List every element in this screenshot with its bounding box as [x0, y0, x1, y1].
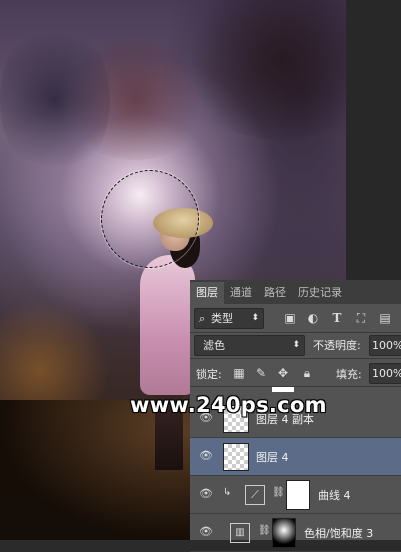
smart-object-filter-icon[interactable]: ▤ [378, 311, 392, 325]
tab-channels[interactable]: 通道 [224, 282, 258, 304]
elliptical-selection-marquee[interactable] [101, 170, 199, 268]
panel-tabs: 图层 通道 路径 历史记录 [190, 280, 401, 304]
layer-name: 图层 4 [256, 451, 289, 464]
opacity-label: 不透明度: [313, 339, 361, 352]
layer-row[interactable]: 👁︎ ▥ ⛓︎ 色相/饱和度 3 [190, 514, 401, 552]
divider [190, 332, 401, 333]
layer-mask-thumbnail[interactable] [286, 480, 310, 510]
tab-paths[interactable]: 路径 [258, 282, 292, 304]
lock-image-pixels-icon[interactable]: ✎ [254, 366, 268, 380]
adjustment-filter-icon[interactable]: ◐ [306, 311, 320, 325]
lock-transparent-pixels-icon[interactable]: ▦ [232, 366, 246, 380]
tab-layers[interactable]: 图层 [190, 282, 224, 304]
watermark-text: www.240ps.com [130, 393, 327, 417]
link-chain-icon: ⛓︎ [272, 487, 285, 498]
visibility-eye-icon[interactable]: 👁︎ [199, 525, 213, 539]
search-icon: ⌕ [199, 312, 206, 325]
layer-name: 色相/饱和度 3 [304, 527, 374, 540]
tab-history[interactable]: 历史记录 [292, 282, 348, 304]
scrolled-layer-sliver [272, 387, 294, 392]
opacity-value: 100% [372, 339, 401, 352]
link-chain-icon: ⛓︎ [258, 525, 271, 536]
layer-mask-thumbnail[interactable] [272, 518, 296, 548]
pixel-filter-icon[interactable]: ▣ [283, 311, 297, 325]
blend-mode-select[interactable]: 滤色 ⬍ [194, 335, 305, 356]
opacity-input[interactable]: 100% [369, 335, 401, 356]
tree-foliage [0, 20, 110, 180]
lock-all-icon[interactable]: 🔒︎ [300, 366, 314, 380]
fill-value: 100% [372, 367, 401, 380]
visibility-eye-icon[interactable]: 👁︎ [199, 449, 213, 463]
divider [190, 358, 401, 359]
clipping-arrow-icon: ↳ [223, 487, 232, 498]
workspace-background [346, 0, 401, 280]
layer-row[interactable]: 👁︎ ↳ ⟋ ⛓︎ 曲线 4 [190, 476, 401, 514]
divider [190, 386, 401, 387]
blend-mode-value: 滤色 [203, 339, 225, 352]
hue-saturation-adjustment-icon: ▥ [230, 523, 250, 543]
lock-position-icon[interactable]: ✥ [276, 366, 290, 380]
layer-name: 曲线 4 [318, 489, 351, 502]
curves-adjustment-icon: ⟋ [245, 485, 265, 505]
visibility-eye-icon[interactable]: 👁︎ [199, 487, 213, 501]
lock-label: 锁定: [196, 368, 222, 381]
filter-kind-label: 类型 [211, 312, 233, 325]
shape-filter-icon[interactable]: ⛶ [354, 311, 368, 325]
fill-input[interactable]: 100% [369, 363, 401, 384]
fill-label: 填充: [336, 368, 362, 381]
layer-thumbnail [223, 443, 249, 471]
chevron-updown-icon: ⬍ [251, 313, 259, 323]
layer-row[interactable]: 👁︎ 图层 4 [190, 438, 401, 476]
person-dress [140, 255, 195, 395]
layer-filter-select[interactable]: ⌕ 类型 ⬍ [194, 308, 264, 329]
type-filter-icon[interactable]: T [330, 311, 344, 325]
chevron-updown-icon: ⬍ [292, 340, 300, 350]
